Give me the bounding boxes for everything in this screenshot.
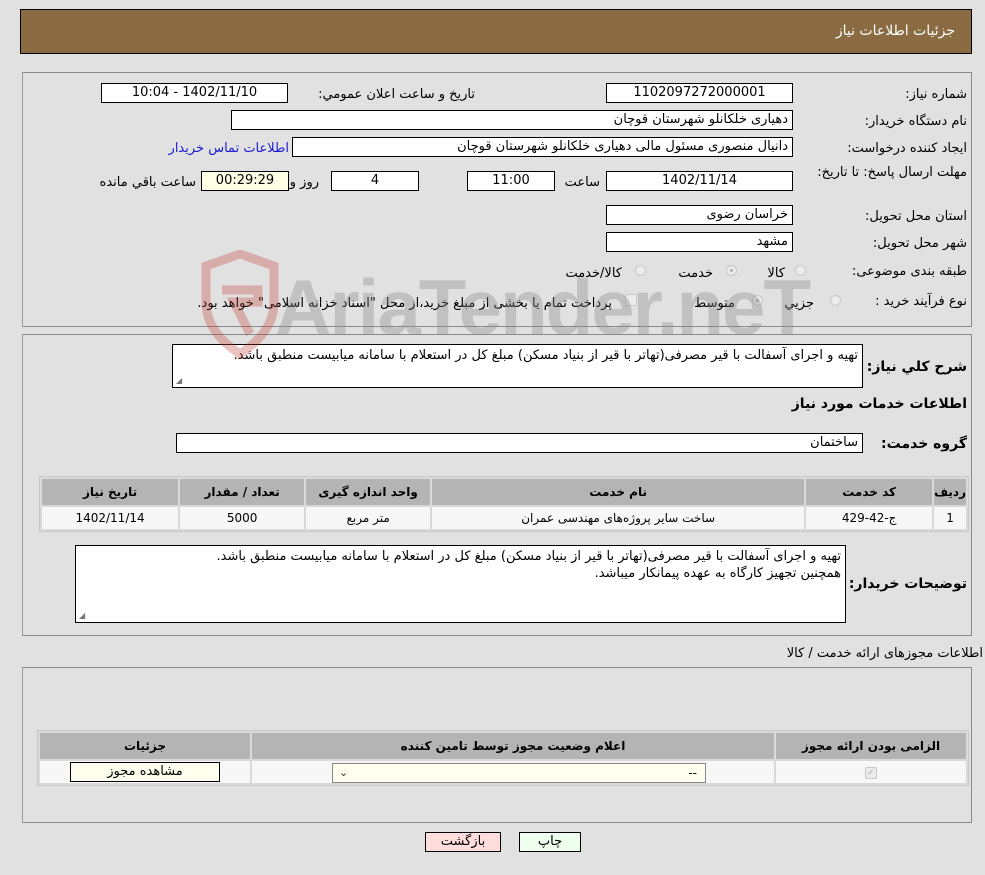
buyer-notes-line2: همچنین تجهیز کارگاه به عهده پیمانکار میب… <box>594 566 841 581</box>
page-title: جزئیات اطلاعات نیاز <box>835 23 955 39</box>
resize-grip-icon[interactable]: ◢ <box>176 377 184 385</box>
province-field: خراسان رضوی <box>606 205 793 225</box>
chevron-down-icon: ⌄ <box>339 765 349 779</box>
col-permit-status: اعلام وضعیت مجوز توسط تامین کننده <box>252 733 774 759</box>
remaining-label: ساعت باقي مانده <box>99 175 196 190</box>
cell-date: 1402/11/14 <box>42 507 179 529</box>
col-unit: واحد اندازه گیری <box>306 479 431 505</box>
cell-unit: متر مربع <box>306 507 431 529</box>
process-radio-medium[interactable] <box>752 295 763 306</box>
days-remaining-field: 4 <box>331 171 419 191</box>
description-textarea[interactable]: تهیه و اجرای آسفالت با قیر مصرفی(تهاتر ب… <box>172 344 863 388</box>
process-radio-minor[interactable] <box>830 295 841 306</box>
category-radio-service[interactable] <box>726 265 737 276</box>
service-group-label: گروه خدمت: <box>881 436 967 452</box>
buyer-org-field: دهیاری خلکانلو شهرستان قوچان <box>231 110 793 130</box>
back-button[interactable]: بازگشت <box>425 832 501 852</box>
buyer-notes-label: توضیحات خریدار: <box>848 576 967 592</box>
cell-permit-status: -- ⌄ <box>252 761 774 783</box>
resize-grip-icon[interactable]: ◢ <box>79 612 87 620</box>
page-header: جزئیات اطلاعات نیاز <box>20 9 972 54</box>
deadline-label: مهلت ارسال پاسخ: تا تاریخ: <box>817 165 967 180</box>
category-radio-goods[interactable] <box>795 265 806 276</box>
deadline-time-field: 11:00 <box>467 171 555 191</box>
cell-code: ج-42-429 <box>806 507 933 529</box>
col-name: نام خدمت <box>432 479 805 505</box>
permits-table-header: الزامی بودن ارائه مجوز اعلام وضعیت مجوز … <box>40 733 966 759</box>
category-option-goods: کالا <box>767 266 785 281</box>
creator-label: ایجاد کننده درخواست: <box>847 141 967 156</box>
buyer-notes-textarea[interactable]: تهیه و اجرای آسفالت با قیر مصرفی(تهاتر ب… <box>75 545 846 623</box>
service-group-field: ساختمان <box>176 433 863 453</box>
cell-name: ساخت سایر پروژه‌های مهندسی عمران <box>432 507 805 529</box>
announce-label: تاریخ و ساعت اعلان عمومي: <box>318 87 475 102</box>
city-label: شهر محل تحویل: <box>872 236 967 251</box>
need-number-field: 1102097272000001 <box>606 83 793 103</box>
buyer-notes-line1: تهیه و اجرای آسفالت با قیر مصرفی(تهاتر ب… <box>216 549 841 564</box>
process-label: نوع فرآیند خرید : <box>875 294 967 309</box>
view-permit-button[interactable]: مشاهده مجوز <box>70 762 220 782</box>
print-button[interactable]: چاپ <box>519 832 581 852</box>
permit-status-value: -- <box>688 765 697 780</box>
services-table-header: ردیف کد خدمت نام خدمت واحد اندازه گیری ت… <box>42 479 966 505</box>
cell-permit-details: مشاهده مجوز <box>40 761 250 783</box>
cell-permit-required: ✓ <box>776 761 966 783</box>
province-label: استان محل تحویل: <box>865 209 967 224</box>
permits-table: الزامی بودن ارائه مجوز اعلام وضعیت مجوز … <box>37 730 969 786</box>
description-label: شرح کلي نیاز: <box>866 359 967 375</box>
creator-field: دانیال منصوری مسئول مالی دهیاری خلکانلو … <box>292 137 793 157</box>
services-table: ردیف کد خدمت نام خدمت واحد اندازه گیری ت… <box>39 476 969 532</box>
col-permit-details: جزئیات <box>40 733 250 759</box>
announce-date-field: 1402/11/10 - 10:04 <box>101 83 288 103</box>
permit-status-select[interactable]: -- ⌄ <box>332 762 706 783</box>
buyer-contact-link[interactable]: اطلاعات تماس خریدار <box>169 141 289 156</box>
process-option-medium: متوسط <box>694 296 735 311</box>
days-label: روز و <box>289 175 319 190</box>
deadline-date-field: 1402/11/14 <box>606 171 793 191</box>
cell-qty: 5000 <box>180 507 305 529</box>
permits-section-title: اطلاعات مجوزهای ارائه خدمت / کالا <box>786 646 983 661</box>
treasury-checkbox[interactable] <box>625 294 637 306</box>
treasury-checkbox-label: پرداخت تمام یا بخشی از مبلغ خرید،از محل … <box>197 296 612 311</box>
col-date: تاریخ نیاز <box>42 479 179 505</box>
buyer-org-label: نام دستگاه خریدار: <box>864 114 967 129</box>
cell-row: 1 <box>934 507 966 529</box>
category-option-goods-service: کالا/خدمت <box>565 266 622 281</box>
city-field: مشهد <box>606 232 793 252</box>
category-label: طبقه بندی موضوعی: <box>851 264 967 279</box>
category-option-service: خدمت <box>678 266 713 281</box>
process-option-minor: جزیي <box>784 296 814 311</box>
remaining-time-field: 00:29:29 <box>201 171 289 191</box>
permit-required-checkbox: ✓ <box>865 766 877 779</box>
table-row: ✓ -- ⌄ مشاهده مجوز <box>40 761 966 783</box>
category-radio-goods-service[interactable] <box>635 265 646 276</box>
table-row: 1 ج-42-429 ساخت سایر پروژه‌های مهندسی عم… <box>42 507 966 529</box>
col-code: کد خدمت <box>806 479 933 505</box>
col-row: ردیف <box>934 479 966 505</box>
services-section-title: اطلاعات خدمات مورد نیاز <box>791 396 967 412</box>
col-permit-required: الزامی بودن ارائه مجوز <box>776 733 966 759</box>
col-qty: تعداد / مقدار <box>180 479 305 505</box>
need-number-label: شماره نیاز: <box>905 87 967 102</box>
description-text: تهیه و اجرای آسفالت با قیر مصرفی(تهاتر ب… <box>233 348 858 363</box>
deadline-time-label: ساعت <box>564 175 600 190</box>
